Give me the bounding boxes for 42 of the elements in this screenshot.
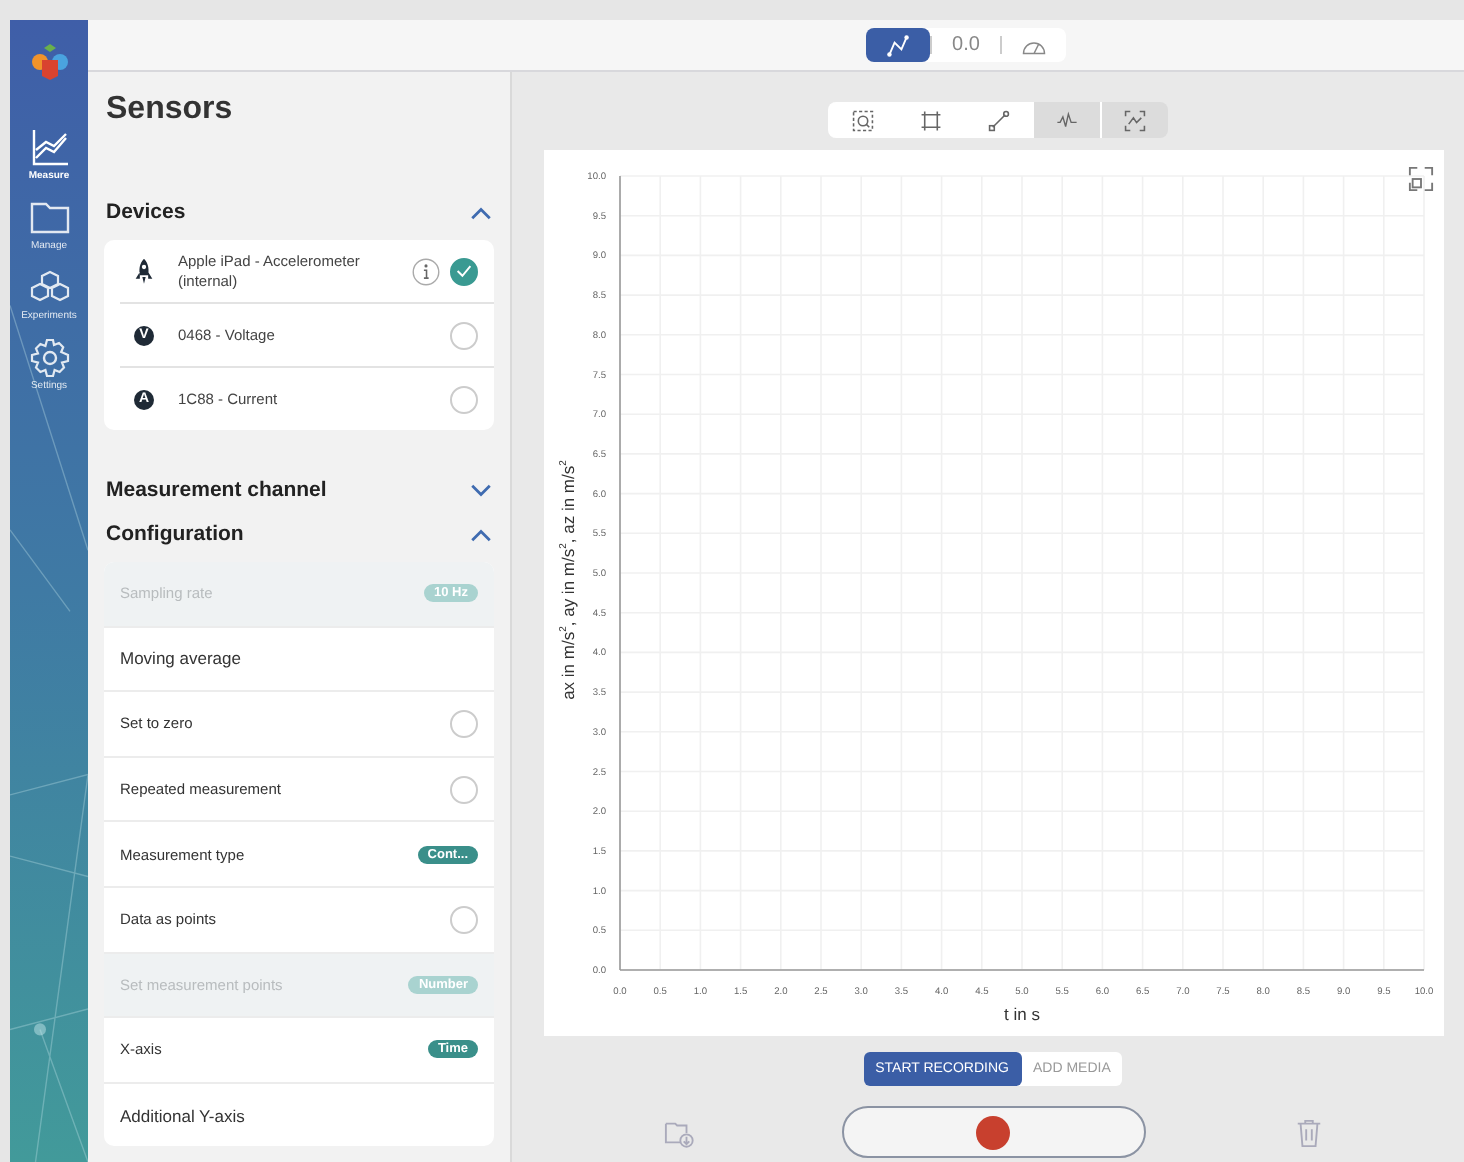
graph-view-tab[interactable] [866,28,931,62]
trash-icon[interactable] [1293,1117,1323,1147]
fit-icon [1124,109,1146,131]
folder-download-icon[interactable] [663,1117,693,1147]
line-chart-icon [29,128,69,168]
graph-icon [886,33,911,57]
crop-icon [920,109,942,131]
line-tool-button[interactable] [964,102,1032,138]
device-checkbox[interactable] [450,385,478,413]
setting-label: Additional Y-axis [120,1105,245,1126]
setting-label: Moving average [120,648,241,669]
logo-icon [29,44,69,80]
sidebar-title: Sensors [106,92,235,128]
info-icon[interactable] [412,257,440,285]
setting-row[interactable]: Moving average [104,627,494,693]
rocket-icon [134,257,154,285]
chevron-down-icon [470,483,492,497]
record-button[interactable] [841,1106,1145,1158]
device-checkbox[interactable] [450,257,478,285]
setting-row[interactable]: Additional Y-axis [104,1083,494,1147]
signal-icon [1056,109,1078,131]
chevron-up-icon [470,205,492,219]
section-header[interactable]: Configuration [104,518,494,550]
zoom-tool-button[interactable] [828,102,896,138]
wave-tool-button[interactable] [1032,102,1100,138]
fit-tool-button[interactable] [1100,102,1168,138]
chevron-up-icon [470,527,492,541]
toggle-circle[interactable] [450,709,478,738]
section-header[interactable]: Devices [104,196,494,228]
zoom-icon [852,109,874,131]
section-header[interactable]: Measurement channel [104,474,494,506]
device-checkbox[interactable] [450,321,478,349]
folder-icon [29,198,69,238]
value-view-tab[interactable]: 0.0 [932,28,1000,62]
settings-icon [29,338,69,378]
fullscreen-icon[interactable] [1407,166,1433,192]
checkmark-icon [456,264,472,278]
toggle-circle[interactable] [450,775,478,804]
toggle-circle[interactable] [450,905,478,934]
record-icon [976,1115,1010,1149]
x-axis-label: t in s [1003,1004,1039,1024]
line-tool-icon [988,109,1010,131]
